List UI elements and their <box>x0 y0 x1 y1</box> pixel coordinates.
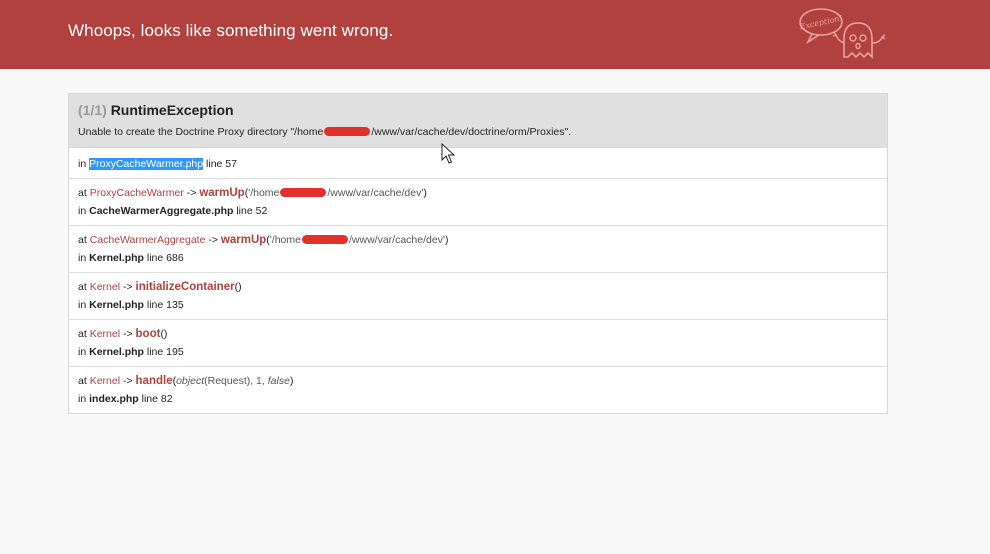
frame-method: handle <box>135 375 173 387</box>
in-label: in <box>78 346 87 358</box>
frame-arg: '/home <box>269 234 301 246</box>
exception-class: RuntimeException <box>110 102 234 118</box>
frame-method: initializeContainer <box>135 281 235 293</box>
frame-line-number: line 52 <box>236 205 268 217</box>
exception-count: (1/1) <box>78 102 107 118</box>
frame-call: at Kernel -> initializeContainer() <box>78 281 242 293</box>
stack-frame: in ProxyCacheWarmer.php line 57 <box>69 148 887 179</box>
at-label: at <box>78 328 87 340</box>
frame-arg: /www/var/cache/dev' <box>327 187 424 199</box>
frame-call: at ProxyCacheWarmer -> warmUp('/home/www… <box>78 187 427 199</box>
frame-call: at CacheWarmerAggregate -> warmUp('/home… <box>78 234 448 246</box>
page-title: Whoops, looks like something went wrong. <box>68 21 394 40</box>
exception-panel: (1/1) RuntimeException Unable to create … <box>68 93 888 414</box>
stack-frame: at Kernel -> handle(object(Request), 1, … <box>69 367 887 413</box>
frame-location: in ProxyCacheWarmer.php line 57 <box>78 158 237 170</box>
frame-method: warmUp <box>220 234 267 246</box>
at-label: at <box>78 187 87 199</box>
redaction-mark <box>301 235 348 244</box>
close-paren: ) <box>289 375 294 387</box>
frame-file[interactable]: index.php <box>89 393 139 405</box>
exception-message: Unable to create the Doctrine Proxy dire… <box>78 126 571 138</box>
in-label: in <box>78 299 87 311</box>
frame-location: in Kernel.php line 686 <box>78 252 184 264</box>
at-label: at <box>78 234 87 246</box>
frame-location: in Kernel.php line 135 <box>78 299 184 311</box>
frame-class[interactable]: ProxyCacheWarmer <box>90 187 184 199</box>
frame-file[interactable]: Kernel.php <box>89 346 144 358</box>
frame-method: warmUp <box>199 187 245 199</box>
frame-call: at Kernel -> handle(object(Request), 1, … <box>78 375 293 387</box>
in-label: in <box>78 393 87 405</box>
frame-method: boot <box>135 328 161 340</box>
error-header: Whoops, looks like something went wrong.… <box>0 0 990 69</box>
frame-class[interactable]: Kernel <box>90 281 120 293</box>
stack-frame: at Kernel -> boot() in Kernel.php line 1… <box>69 320 887 367</box>
frame-line-number: line 57 <box>206 158 237 170</box>
stack-frame: at CacheWarmerAggregate -> warmUp('/home… <box>69 226 887 273</box>
frame-location: in CacheWarmerAggregate.php line 52 <box>78 205 267 217</box>
in-label: in <box>78 158 87 170</box>
frame-file-link[interactable]: ProxyCacheWarmer.php <box>89 158 204 170</box>
frame-file[interactable]: Kernel.php <box>89 252 144 264</box>
frame-call: at Kernel -> boot() <box>78 328 167 340</box>
at-label: at <box>78 281 87 293</box>
frame-args: () <box>160 328 168 340</box>
in-label: in <box>78 252 87 264</box>
exception-header: (1/1) RuntimeException Unable to create … <box>69 94 887 148</box>
frame-class[interactable]: Kernel <box>90 328 120 340</box>
in-label: in <box>78 205 87 217</box>
frame-arrow: -> <box>122 281 133 293</box>
redaction-mark <box>324 127 371 136</box>
frame-location: in index.php line 82 <box>78 393 173 405</box>
frame-args: () <box>234 281 242 293</box>
close-paren: ) <box>444 234 449 246</box>
frame-arrow: -> <box>122 328 133 340</box>
redaction-mark <box>280 188 327 197</box>
exception-message-prefix: Unable to create the Doctrine Proxy dire… <box>78 126 324 138</box>
frame-line-number: line 195 <box>146 346 184 358</box>
frame-arg: '/home <box>248 187 280 199</box>
frame-file[interactable]: CacheWarmerAggregate.php <box>89 205 233 217</box>
close-paren: ) <box>423 187 427 199</box>
frame-arrow: -> <box>122 375 133 387</box>
frame-line-number: line 135 <box>146 299 184 311</box>
frame-arg: /www/var/cache/dev' <box>348 234 445 246</box>
exception-title: (1/1) RuntimeException <box>78 102 234 118</box>
frame-arg-type: object <box>176 375 205 387</box>
frame-arg: (Request), 1, <box>204 375 268 387</box>
stack-frame: at Kernel -> initializeContainer() in Ke… <box>69 273 887 320</box>
stack-frame: at ProxyCacheWarmer -> warmUp('/home/www… <box>69 179 887 226</box>
frame-line-number: line 686 <box>146 252 184 264</box>
frame-arrow: -> <box>208 234 218 246</box>
frame-class[interactable]: Kernel <box>90 375 120 387</box>
frame-file[interactable]: Kernel.php <box>89 299 144 311</box>
frame-location: in Kernel.php line 195 <box>78 346 184 358</box>
exception-message-suffix: /www/var/cache/dev/doctrine/orm/Proxies"… <box>371 126 572 138</box>
at-label: at <box>78 375 87 387</box>
mascot-speech-text: Exception! <box>798 14 843 32</box>
frame-arg-bool: false <box>267 375 290 387</box>
frame-class[interactable]: CacheWarmerAggregate <box>90 234 206 246</box>
ghost-mascot-icon: Exception! <box>798 8 886 59</box>
mouse-cursor-icon <box>441 143 455 164</box>
frame-arrow: -> <box>186 187 197 199</box>
frame-line-number: line 82 <box>141 393 173 405</box>
